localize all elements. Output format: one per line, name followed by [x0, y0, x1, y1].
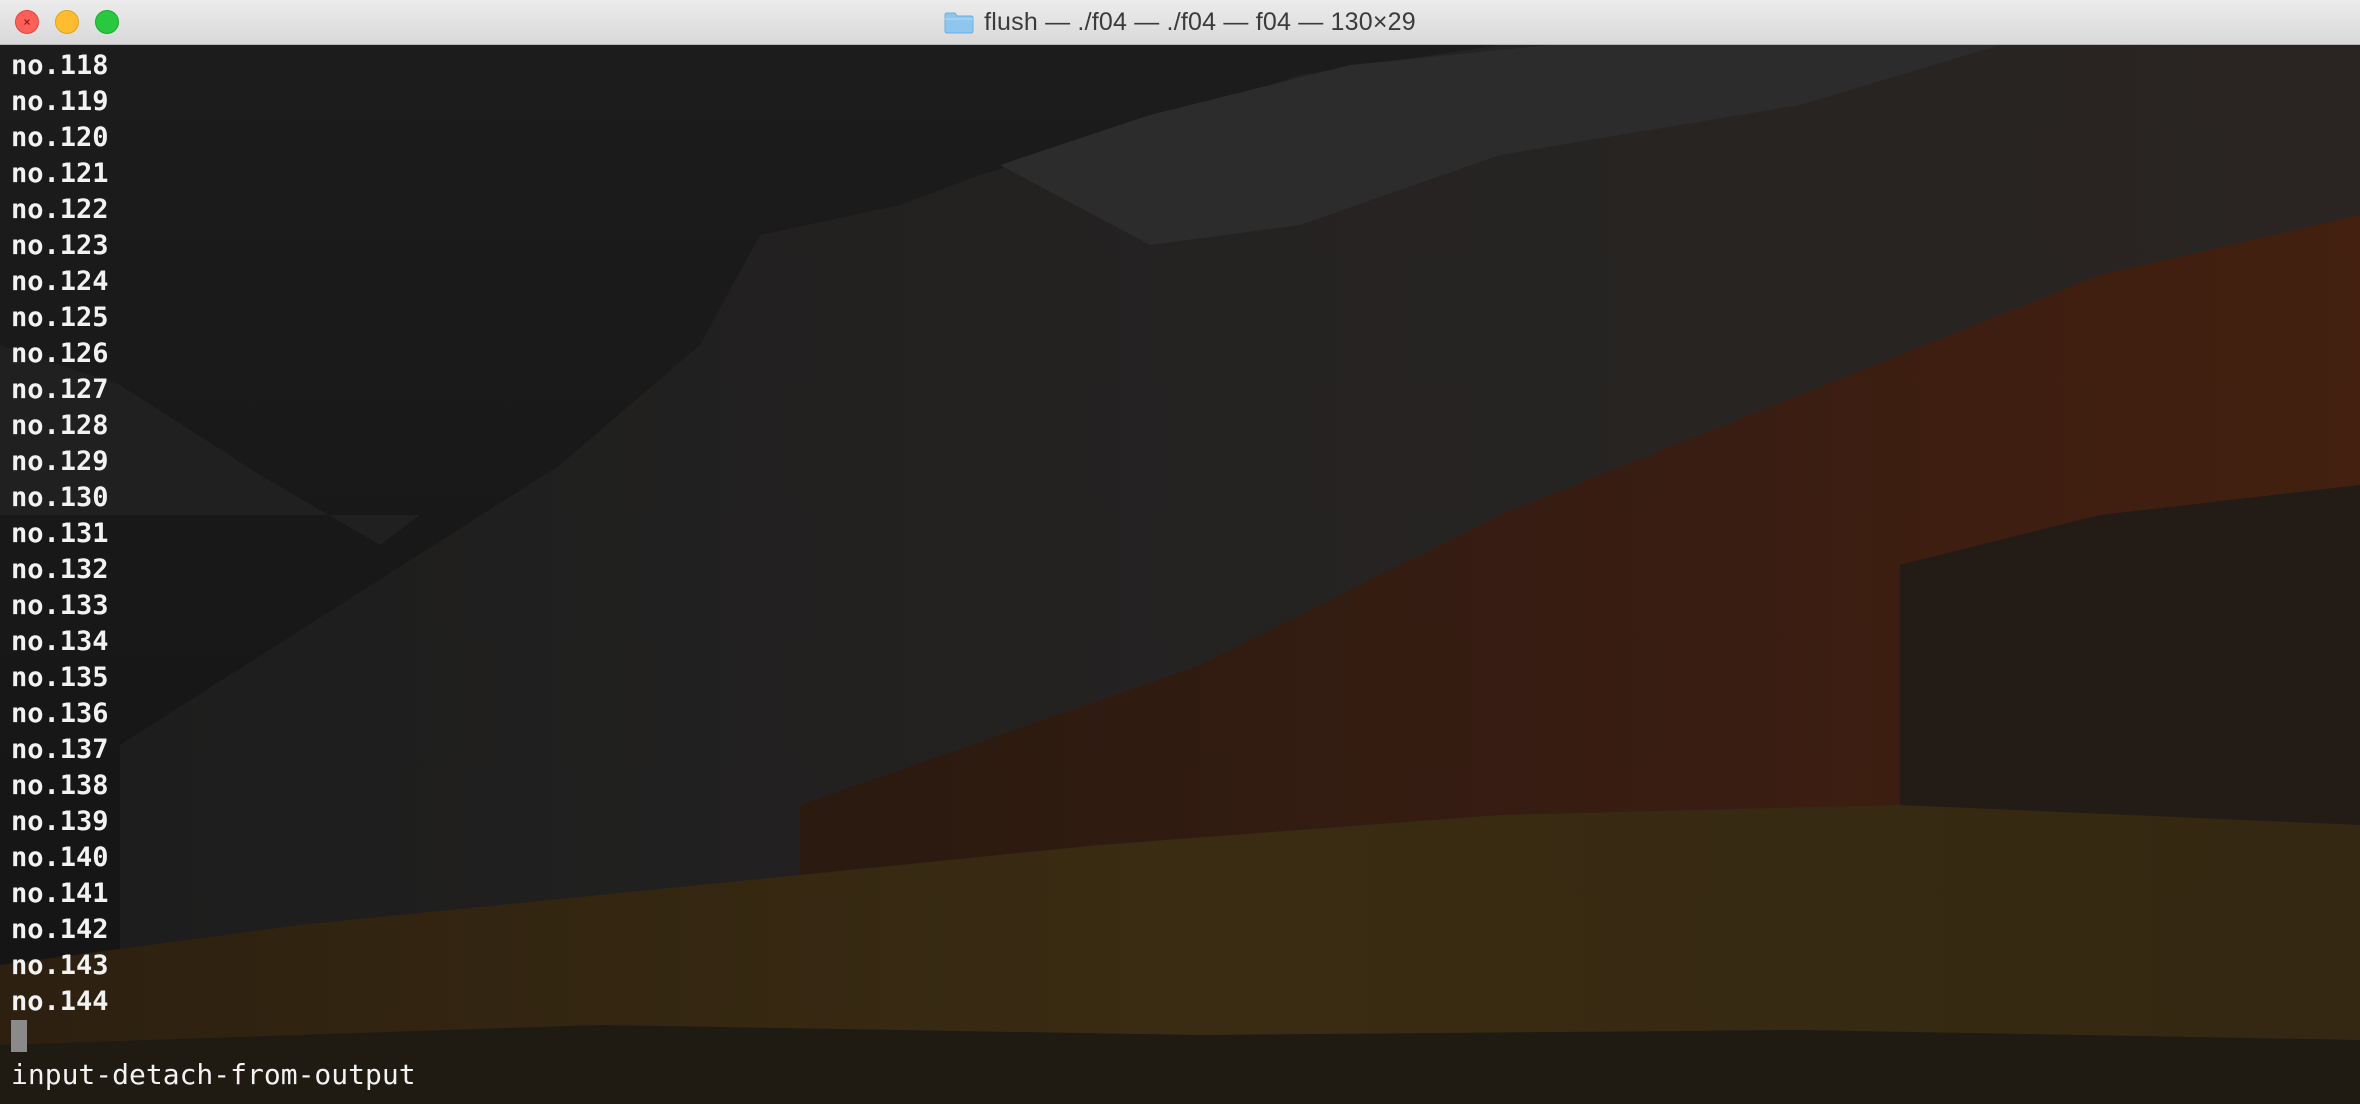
close-icon	[24, 19, 30, 25]
output-line: no.121	[11, 158, 109, 189]
output-line: no.140	[11, 842, 109, 873]
output-line: no.124	[11, 266, 109, 297]
output-line: no.136	[11, 698, 109, 729]
output-line: no.141	[11, 878, 109, 909]
output-line: no.118	[11, 50, 109, 81]
output-line: no.120	[11, 122, 109, 153]
minimize-button[interactable]	[55, 10, 79, 34]
output-line: no.138	[11, 770, 109, 801]
window-title-area: flush — ./f04 — ./f04 — f04 — 130×29	[0, 0, 2360, 45]
folder-icon	[944, 12, 974, 33]
output-line: no.119	[11, 86, 109, 117]
output-line: no.137	[11, 734, 109, 765]
output-line: no.123	[11, 230, 109, 261]
terminal-content[interactable]: no.118 no.119 no.120 no.121 no.122 no.12…	[0, 45, 2360, 1104]
terminal-window: flush — ./f04 — ./f04 — f04 — 130×29 no.…	[0, 0, 2360, 1104]
output-line: no.132	[11, 554, 109, 585]
output-line: no.144	[11, 986, 109, 1017]
output-line: no.127	[11, 374, 109, 405]
output-line: no.134	[11, 626, 109, 657]
desktop-wallpaper	[0, 45, 2360, 1104]
output-line: no.142	[11, 914, 109, 945]
terminal-status-line: input-detach-from-output	[11, 1058, 416, 1091]
output-line: no.135	[11, 662, 109, 693]
close-button[interactable]	[15, 10, 39, 34]
window-title: flush — ./f04 — ./f04 — f04 — 130×29	[984, 8, 1416, 36]
title-bar[interactable]: flush — ./f04 — ./f04 — f04 — 130×29	[0, 0, 2360, 45]
output-line: no.122	[11, 194, 109, 225]
output-line: no.131	[11, 518, 109, 549]
output-line: no.129	[11, 446, 109, 477]
output-line: no.125	[11, 302, 109, 333]
output-line: no.128	[11, 410, 109, 441]
output-line: no.130	[11, 482, 109, 513]
output-line: no.133	[11, 590, 109, 621]
terminal-output: no.118 no.119 no.120 no.121 no.122 no.12…	[11, 48, 109, 1020]
maximize-button[interactable]	[95, 10, 119, 34]
output-line: no.143	[11, 950, 109, 981]
text-cursor	[11, 1020, 27, 1052]
output-line: no.139	[11, 806, 109, 837]
output-line: no.126	[11, 338, 109, 369]
